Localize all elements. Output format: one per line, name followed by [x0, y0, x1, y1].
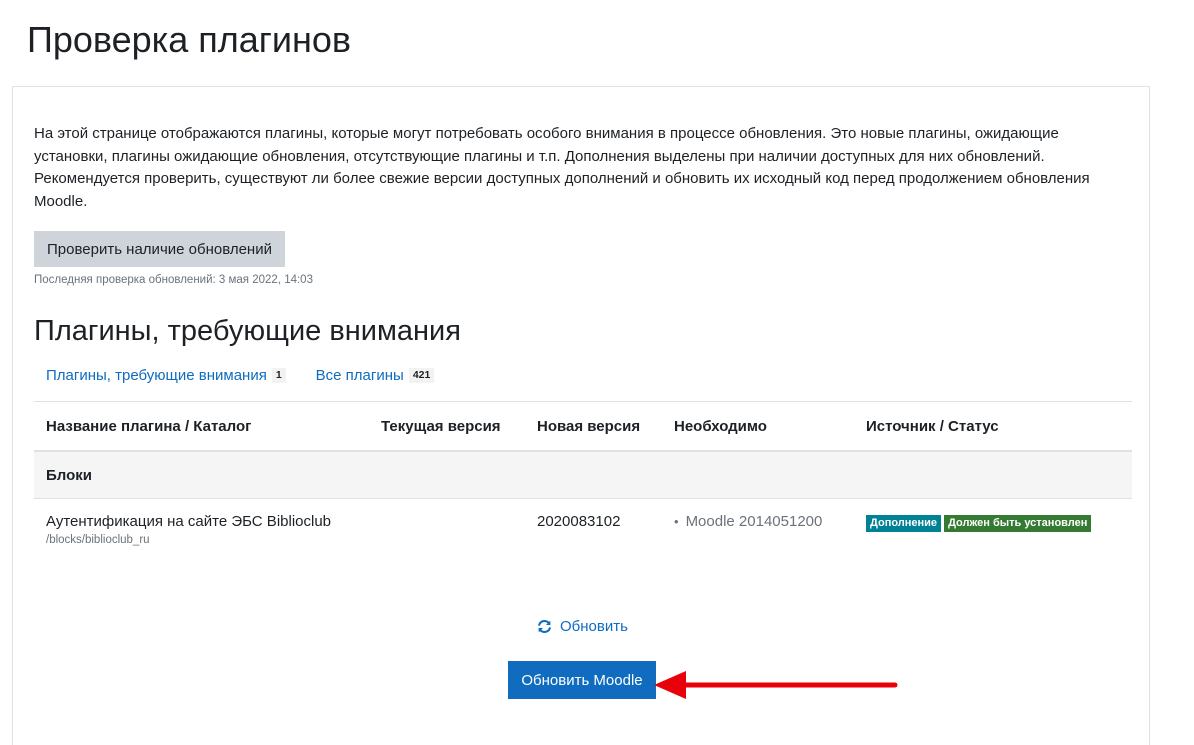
refresh-link[interactable]: Обновить [537, 618, 628, 635]
check-updates-button[interactable]: Проверить наличие обновлений [34, 231, 285, 267]
table-header-row: Название плагина / Каталог Текущая верси… [34, 401, 1132, 452]
column-header-name: Название плагина / Каталог [34, 401, 369, 452]
requires-cell: Moodle 2014051200 [662, 499, 854, 566]
new-version-cell: 2020083102 [537, 513, 621, 530]
main-content: На этой странице отображаются плагины, к… [12, 86, 1150, 745]
plugins-table: Название плагина / Каталог Текущая верси… [34, 401, 1132, 565]
page-title: Проверка плагинов [27, 19, 352, 60]
column-header-current-version: Текущая версия [369, 401, 525, 452]
current-version-cell [369, 499, 525, 566]
refresh-label: Обновить [560, 618, 628, 635]
plugin-directory: /blocks/biblioclub_ru [46, 534, 150, 546]
status-cell: Дополнение Должен быть установлен [854, 499, 1132, 566]
table-row: Аутентификация на сайте ЭБС Biblioclub /… [34, 499, 1132, 566]
intro-text: На этой странице отображаются плагины, к… [34, 125, 1090, 210]
filter-all-count: 421 [408, 367, 435, 383]
last-check-text: Последняя проверка обновлений: 3 мая 202… [34, 274, 313, 286]
plugin-filter-tabs: Плагины, требующие внимания 1 Все плагин… [34, 363, 446, 387]
upgrade-moodle-button[interactable]: Обновить Moodle [508, 661, 656, 699]
filter-all-label: Все плагины [315, 366, 404, 384]
plugin-name-cell: Аутентификация на сайте ЭБС Biblioclub /… [34, 499, 369, 566]
filter-all-link[interactable]: Все плагины 421 [304, 363, 447, 387]
column-header-requires: Необходимо [662, 401, 854, 452]
refresh-icon [538, 620, 551, 633]
status-badge: Должен быть установлен [944, 515, 1092, 532]
section-title: Плагины, требующие внимания [34, 315, 461, 347]
plugin-group-label: Блоки [34, 451, 1132, 499]
requirement-item: Moodle 2014051200 [674, 513, 822, 530]
filter-attention-label: Плагины, требующие внимания [46, 366, 267, 384]
column-header-new-version: Новая версия [525, 401, 662, 452]
source-badge: Дополнение [866, 515, 942, 532]
page: Проверка плагинов На этой странице отобр… [0, 0, 1194, 745]
filter-attention-link[interactable]: Плагины, требующие внимания 1 [34, 363, 298, 387]
plugin-group-row: Блоки [34, 451, 1132, 499]
plugin-name: Аутентификация на сайте ЭБС Biblioclub [46, 513, 332, 530]
filter-attention-count: 1 [271, 367, 286, 383]
column-header-source-status: Источник / Статус [854, 401, 1132, 452]
arrow-left-icon [654, 671, 898, 699]
